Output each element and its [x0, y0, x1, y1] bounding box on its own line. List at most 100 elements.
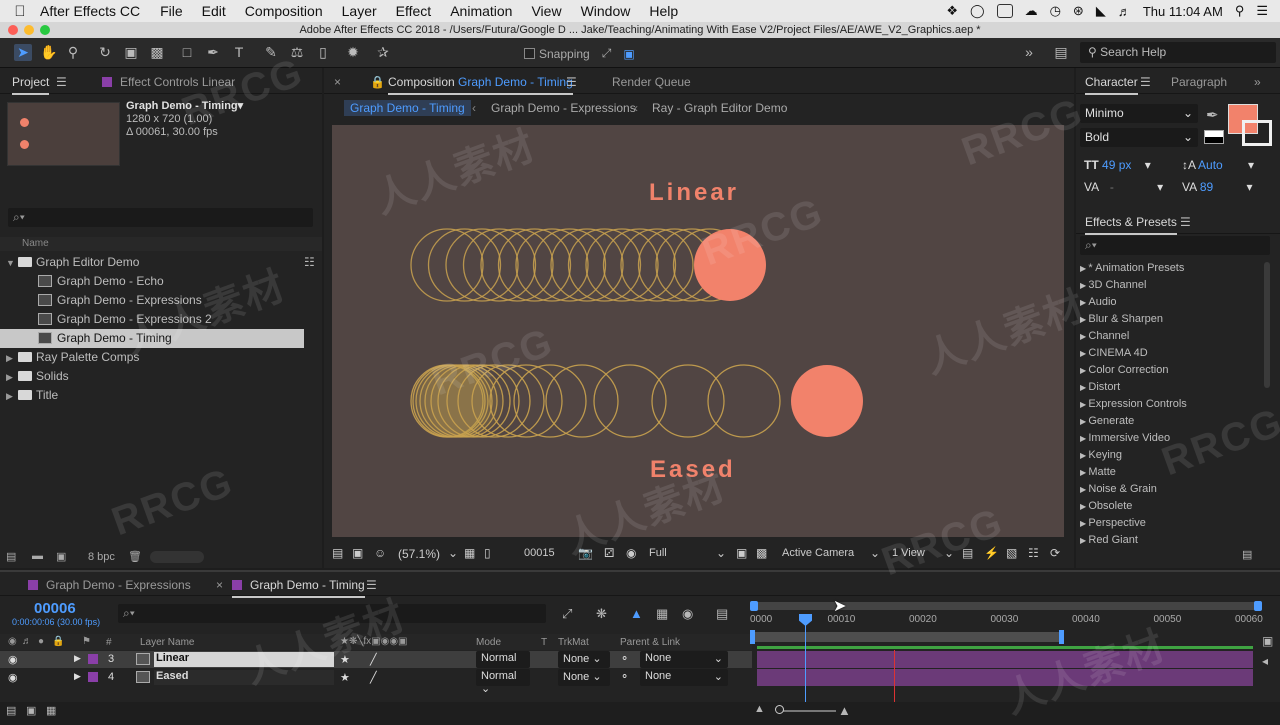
- new-folder-icon[interactable]: ▬: [32, 550, 43, 562]
- timeline-menu-icon[interactable]: ☰: [366, 578, 377, 592]
- expand-triangle-icon[interactable]: ▶: [74, 653, 81, 664]
- pen-tool-icon[interactable]: ✒: [204, 44, 222, 61]
- navigator-start-handle[interactable]: [750, 601, 758, 611]
- col-mode[interactable]: Mode: [476, 637, 501, 648]
- monitor-icon[interactable]: ▣: [352, 546, 363, 560]
- navigator-end-handle[interactable]: [1254, 601, 1262, 611]
- grid-icon[interactable]: ▯: [484, 546, 491, 560]
- layer-row[interactable]: ◉ ▶ 4 Eased ★ ╱ Normal ⌄ None ⌄ ⚬ None ⌄: [0, 669, 752, 695]
- thumbnail-slider[interactable]: [150, 551, 204, 563]
- effects-search-input[interactable]: ⌕▾: [1080, 236, 1270, 255]
- tab-timeline-timing[interactable]: Graph Demo - Timing: [232, 578, 365, 598]
- chevron-down-icon[interactable]: ▾: [1248, 158, 1254, 172]
- layer-switches-icon[interactable]: ▤: [6, 704, 16, 717]
- rotate-tool-icon[interactable]: ↻: [96, 44, 114, 61]
- layer-row[interactable]: ◉ ▶ 3 Linear ★ ╱ Normal ⌄ None ⌄ ⚬ None …: [0, 651, 752, 677]
- zoom-slider-handle[interactable]: [775, 705, 784, 714]
- dropbox-icon[interactable]: ❖: [946, 3, 958, 19]
- comp-button-icon[interactable]: ▣: [1262, 634, 1273, 648]
- layer-name[interactable]: Eased: [154, 670, 334, 685]
- effects-category[interactable]: ▶ * Animation Presets: [1080, 262, 1184, 274]
- shy-layers-icon[interactable]: ▲: [630, 606, 643, 621]
- comp-viewer[interactable]: Linear Eased: [332, 125, 1064, 537]
- collapsed-triangle-icon[interactable]: ▶: [6, 349, 18, 368]
- effects-category[interactable]: ▶ Generate: [1080, 415, 1134, 427]
- selection-tool-icon[interactable]: ➤: [14, 44, 32, 61]
- tab-paragraph[interactable]: Paragraph: [1171, 75, 1227, 89]
- snapping-toggle[interactable]: Snapping ⤢ ▣: [524, 46, 635, 61]
- toggle-pixel-aspect-icon[interactable]: ▤: [962, 546, 973, 560]
- zoom-out-icon[interactable]: ▲: [754, 703, 765, 715]
- menu-layer[interactable]: Layer: [342, 3, 377, 19]
- zoom-slider[interactable]: [776, 710, 836, 712]
- effects-category[interactable]: ▶ Distort: [1080, 381, 1120, 393]
- tab-effect-controls[interactable]: Effect Controls Linear: [102, 75, 235, 89]
- expand-panels-icon[interactable]: »: [1254, 75, 1261, 89]
- chevron-down-icon[interactable]: ⌄: [448, 546, 458, 560]
- audio-icon[interactable]: ♬: [22, 636, 32, 647]
- time-machine-icon[interactable]: ◷: [1050, 3, 1061, 19]
- menu-app-name[interactable]: After Effects CC: [40, 3, 140, 19]
- notification-icon[interactable]: ☰: [1256, 3, 1268, 19]
- expand-triangle-icon[interactable]: ▶: [74, 671, 81, 682]
- playhead-line[interactable]: [805, 618, 806, 702]
- menu-window[interactable]: Window: [581, 3, 631, 19]
- cloud-icon[interactable]: ☁: [1025, 3, 1038, 19]
- project-search-input[interactable]: ⌕▾: [8, 208, 313, 227]
- folder-item[interactable]: ▶ Ray Palette Comps: [0, 348, 304, 367]
- layer-duration-bar[interactable]: [757, 651, 1253, 668]
- chevron-down-icon[interactable]: ▾: [1157, 180, 1163, 194]
- tab-render-queue[interactable]: Render Queue: [612, 75, 691, 89]
- stroke-color-swatch[interactable]: [1242, 120, 1272, 146]
- hand-tool-icon[interactable]: ✋: [40, 44, 58, 61]
- tab-character[interactable]: Character: [1085, 75, 1138, 95]
- frame-blending-icon[interactable]: ▦: [656, 606, 668, 622]
- resolution-dropdown[interactable]: Full: [649, 547, 667, 559]
- collapsed-triangle-icon[interactable]: ▶: [6, 368, 18, 387]
- show-snapshot-icon[interactable]: ⚂: [604, 546, 614, 560]
- collapsed-triangle-icon[interactable]: ▶: [6, 387, 18, 406]
- comp-item[interactable]: Graph Demo - Expressions 2: [0, 310, 304, 329]
- blend-mode-select[interactable]: Normal ⌄: [476, 669, 530, 695]
- graph-editor-icon[interactable]: ▤: [716, 606, 728, 622]
- blend-mode-select[interactable]: Normal ⌄: [476, 651, 530, 677]
- expand-toolbar-icon[interactable]: »: [1020, 44, 1038, 61]
- timeline-search-input[interactable]: ⌕▾: [118, 604, 546, 623]
- work-area-bar[interactable]: [752, 632, 1062, 642]
- comp-menu-icon[interactable]: ☰: [566, 75, 577, 89]
- camera-tool-icon[interactable]: ▣: [122, 44, 140, 61]
- menu-clock[interactable]: Thu 11:04 AM: [1143, 4, 1223, 19]
- safe-zones-icon[interactable]: ▦: [464, 546, 475, 560]
- new-comp-icon[interactable]: ▣: [56, 550, 66, 563]
- time-navigator[interactable]: [750, 601, 1262, 611]
- parent-select[interactable]: None ⌄: [640, 669, 728, 686]
- region-of-interest-icon[interactable]: ▣: [736, 546, 747, 560]
- close-tab-icon[interactable]: ×: [334, 75, 341, 89]
- expanded-triangle-icon[interactable]: ▼: [6, 254, 18, 273]
- effects-category[interactable]: ▶ Color Correction: [1080, 364, 1168, 376]
- crumb-item[interactable]: Graph Demo - Expressions: [491, 101, 636, 115]
- menu-file[interactable]: File: [160, 3, 183, 19]
- close-tab-icon[interactable]: ×: [216, 578, 223, 592]
- effects-menu-icon[interactable]: ☰: [1180, 215, 1191, 229]
- menu-help[interactable]: Help: [649, 3, 678, 19]
- layer-duration-bar[interactable]: [757, 669, 1253, 686]
- lock-icon[interactable]: 🔒: [370, 75, 385, 89]
- effects-category[interactable]: ▶ Blur & Sharpen: [1080, 313, 1163, 325]
- effects-category[interactable]: ▶ Obsolete: [1080, 500, 1132, 512]
- tab-effects-presets[interactable]: Effects & Presets: [1085, 215, 1177, 235]
- views-dropdown[interactable]: 1 View: [892, 547, 925, 559]
- screen-icon[interactable]: [996, 4, 1013, 18]
- comp-info-name[interactable]: Graph Demo - Timing▾: [126, 100, 243, 113]
- menu-animation[interactable]: Animation: [450, 3, 512, 19]
- zoom-tool-icon[interactable]: ⚲: [64, 44, 82, 61]
- interpret-footage-icon[interactable]: ▤: [6, 550, 16, 563]
- puppet-tool-icon[interactable]: ✰: [374, 44, 392, 61]
- effects-category[interactable]: ▶ Noise & Grain: [1080, 483, 1157, 495]
- leading-value[interactable]: Auto: [1198, 158, 1223, 172]
- effects-scrollbar[interactable]: [1264, 262, 1270, 388]
- collapse-switch-icon[interactable]: ★: [340, 671, 350, 684]
- flowchart-icon[interactable]: ☷: [1028, 546, 1039, 560]
- label-icon[interactable]: ⚑: [82, 636, 91, 647]
- snapshot-icon[interactable]: 📷: [578, 546, 593, 560]
